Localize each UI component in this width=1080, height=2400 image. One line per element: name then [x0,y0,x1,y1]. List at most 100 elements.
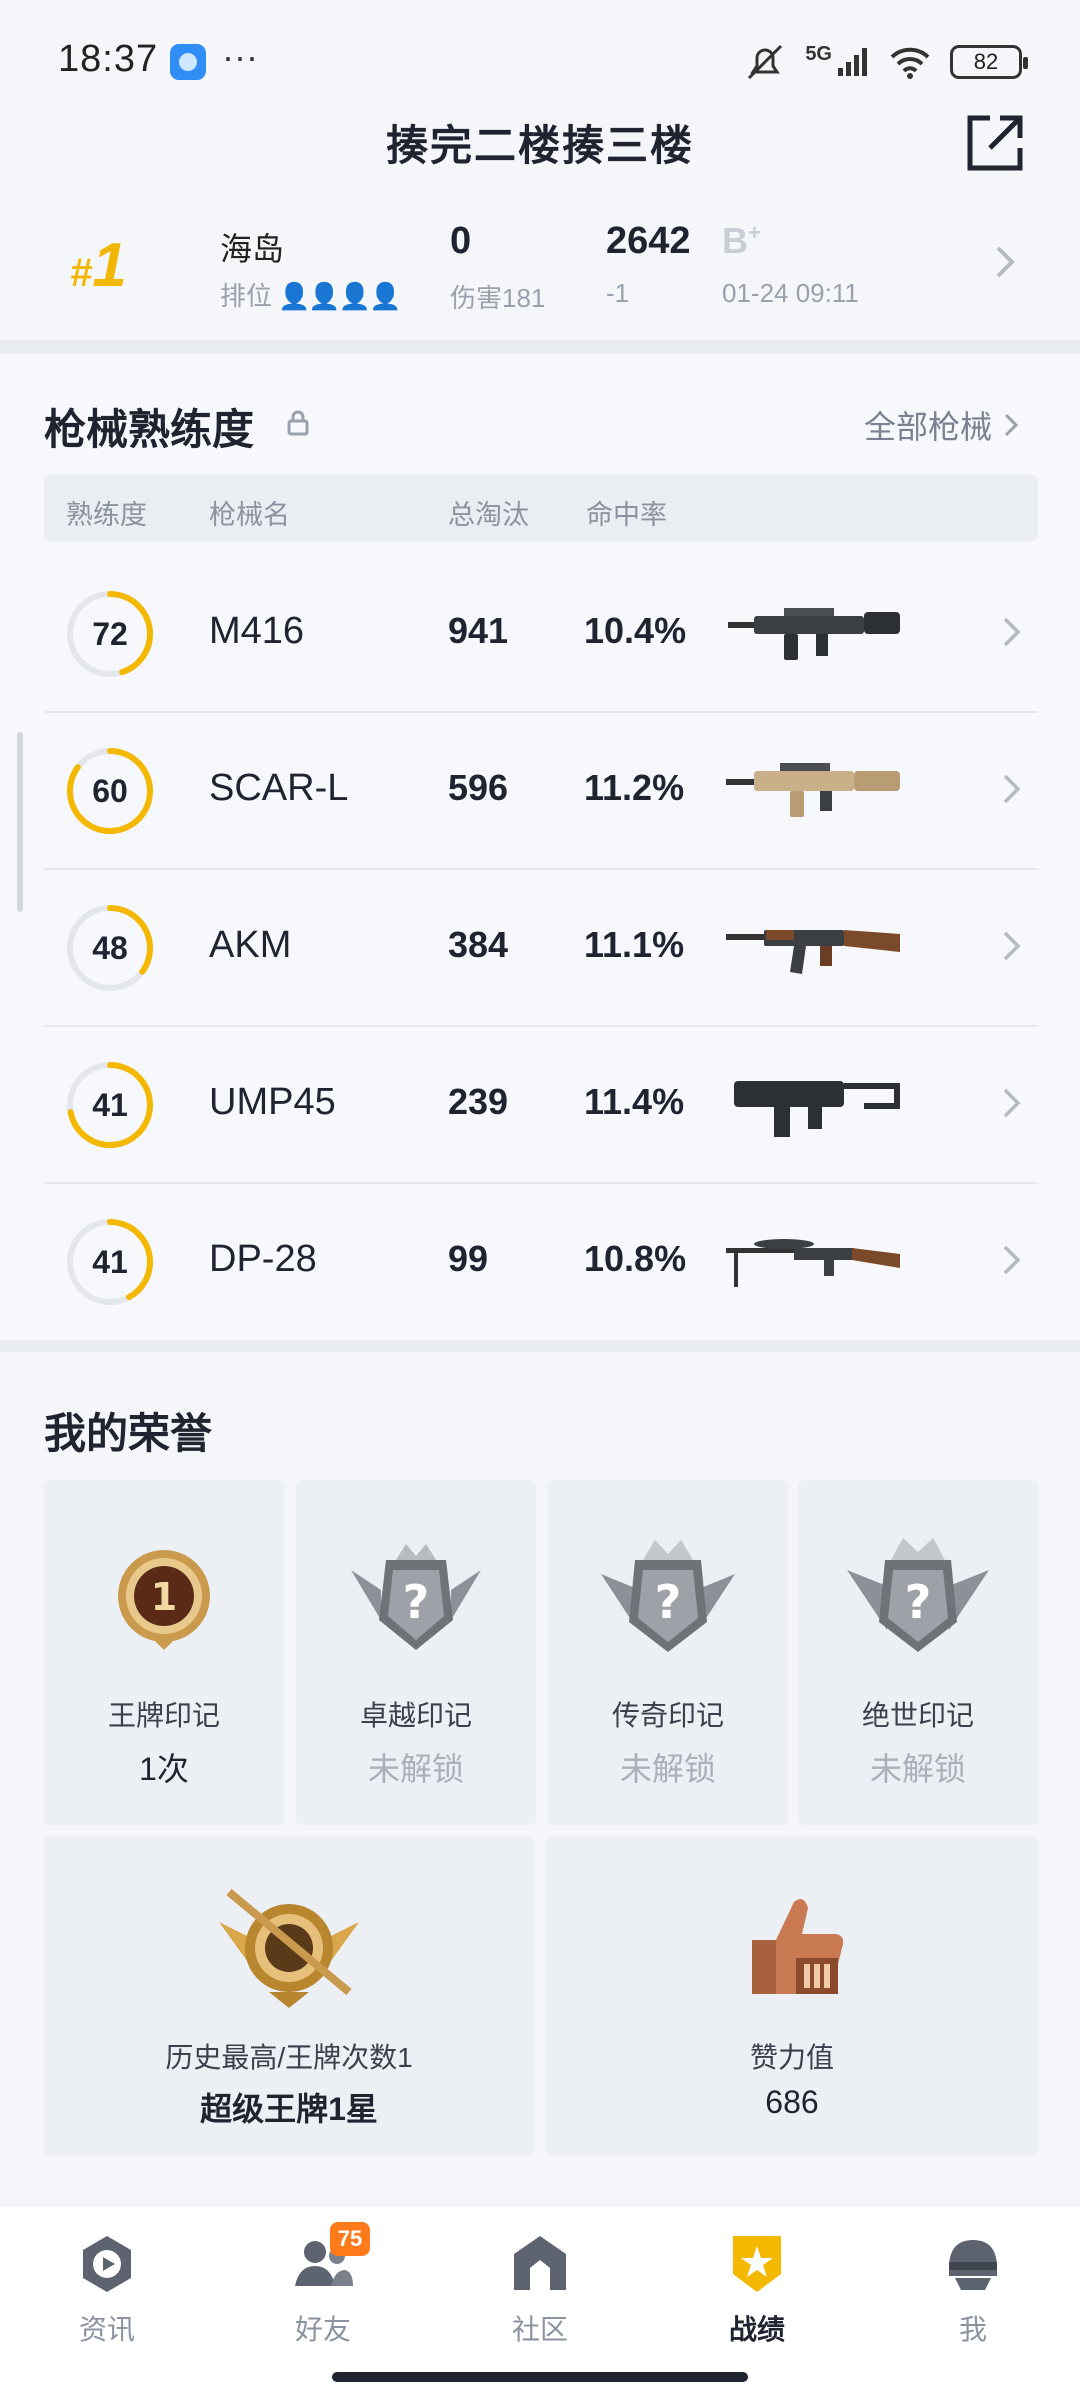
status-time: 18:37 [58,38,159,80]
lock-icon[interactable] [286,410,310,436]
honor-card-legend[interactable]: ? 传奇印记 未解锁 [548,1480,788,1825]
weapon-eliminations: 596 [448,767,509,808]
weapon-hit-rate: 11.4% [584,1081,685,1122]
weapon-eliminations: 941 [448,610,509,651]
honor-label: 王牌印记 [107,1700,220,1731]
chevron-right-icon [1003,617,1021,647]
col-weapon-name: 枪械名 [209,500,290,530]
proficiency-value: 41 [92,1244,128,1280]
weapon-name: UMP45 [209,1081,336,1123]
ump45-smg-icon [734,1081,900,1137]
chevron-right-icon [996,246,1015,278]
honor-card-ace[interactable]: 1 王牌印记 1次 [44,1480,284,1825]
honor-value: 未解锁 [869,1751,966,1787]
home-indicator[interactable] [332,2372,748,2382]
chevron-right-icon [1003,1245,1021,1275]
nav-label: 好友 [294,2314,351,2345]
weapon-row[interactable]: 48 AKM 384 11.1% [44,870,1038,1027]
proficiency-value: 72 [92,616,128,652]
weapon-hit-rate: 10.8% [584,1238,687,1279]
all-weapons-link[interactable]: 全部枪械 [864,402,1020,448]
locked-crown-badge-icon: ? [847,1538,989,1652]
weapon-table-header: 熟练度 枪械名 总淘汰 命中率 [44,475,1038,541]
score-change: -1 [606,278,630,308]
bottom-nav: 资讯 75 好友 社区 战绩 我 [0,2205,1080,2400]
nav-news[interactable]: 资讯 [32,2226,182,2356]
battery-indicator: 82 [950,45,1028,79]
honor-label: 赞力值 [749,2042,834,2073]
match-map: 海岛 [220,231,285,267]
weapon-name: SCAR-L [209,767,349,809]
record-shield-icon [733,2236,781,2292]
nav-friends[interactable]: 75 好友 [248,2222,398,2356]
chevron-right-icon [1003,774,1021,804]
honor-value: 未解锁 [619,1751,716,1787]
community-house-icon [514,2236,566,2290]
honor-value: 686 [765,2084,819,2120]
nav-community[interactable]: 社区 [465,2226,615,2356]
share-external-icon[interactable] [960,108,1030,178]
thumbs-up-icon [752,1899,844,1994]
chevron-right-icon [1004,413,1019,437]
damage-label: 伤害181 [450,283,546,313]
ace-medal-icon: 1 [118,1550,210,1650]
nav-record[interactable]: 战绩 [682,2226,832,2356]
section-divider [0,340,1080,354]
nav-label: 战绩 [728,2314,785,2345]
helmet-profile-icon [949,2240,997,2290]
section-divider [0,1340,1080,1352]
svg-text:?: ? [905,1575,932,1629]
weapon-name: M416 [209,610,305,652]
all-weapons-label: 全部枪械 [863,409,992,445]
header: 揍完二楼揍三楼 [0,100,1080,190]
dp28-lmg-icon [726,1239,900,1287]
honor-label: 传奇印记 [611,1700,724,1731]
grade: B+ [722,220,761,261]
network-type: 5G [805,42,832,65]
match-time: 01-24 09:11 [722,278,859,308]
weapon-row[interactable]: 41 UMP45 239 11.4% [44,1027,1038,1184]
col-eliminations: 总淘汰 [448,500,529,530]
akm-rifle-icon [726,930,900,974]
honor-card-likes[interactable]: 赞力值 686 [546,1836,1038,2156]
honor-card-highest-rank[interactable]: 历史最高/王牌次数1 超级王牌1星 [44,1836,534,2156]
proficiency-value: 60 [92,773,128,809]
rank-badge: #1 [70,231,127,300]
locked-crown-badge-icon: ? [601,1540,735,1652]
friends-count-badge: 75 [330,2222,370,2256]
weapon-eliminations: 99 [448,1238,489,1279]
mute-icon [748,44,783,80]
app-notification-icon [170,44,206,80]
weapon-row[interactable]: 72 M416 941 10.4% [44,556,1038,713]
match-mode: 排位 👤👤👤👤 [220,281,402,311]
honor-value: 超级王牌1星 [200,2091,378,2127]
nav-label: 我 [958,2314,987,2345]
svg-text:?: ? [655,1575,682,1629]
weapon-section-title: 枪械熟练度 [44,406,255,453]
recent-match-row[interactable]: #1 海岛 排位 👤👤👤👤 0 伤害181 2642 -1 B+ 01-24 09… [0,190,1080,340]
honor-card-peerless[interactable]: ? 绝世印记 未解锁 [798,1480,1038,1825]
chevron-right-icon [1003,931,1021,961]
weapon-eliminations: 239 [448,1081,509,1122]
super-ace-emblem-icon [219,1888,359,2008]
nav-label: 社区 [511,2314,568,2345]
weapon-eliminations: 384 [448,924,509,965]
page-title: 揍完二楼揍三楼 [385,122,694,169]
weapon-row[interactable]: 60 SCAR-L 596 11.2% [44,713,1038,870]
status-indicators: 5G 82 [743,42,1028,82]
svg-text:1: 1 [151,1575,177,1619]
scrollbar[interactable] [17,732,23,912]
scar-l-rifle-icon [726,763,900,817]
weapon-hit-rate: 11.1% [584,924,685,965]
weapon-row[interactable]: 41 DP-28 99 10.8% [44,1184,1038,1341]
col-proficiency: 熟练度 [66,500,147,530]
weapon-name: AKM [209,924,292,966]
honor-card-excellence[interactable]: ? 卓越印记 未解锁 [296,1480,536,1825]
nav-me[interactable]: 我 [898,2226,1048,2356]
m416-rifle-icon [728,608,900,660]
proficiency-value: 48 [92,930,128,966]
damage-value: 0 [450,220,472,262]
col-hit-rate: 命中率 [586,500,667,530]
weapon-hit-rate: 11.2% [584,767,685,808]
signal-icon [838,48,867,76]
